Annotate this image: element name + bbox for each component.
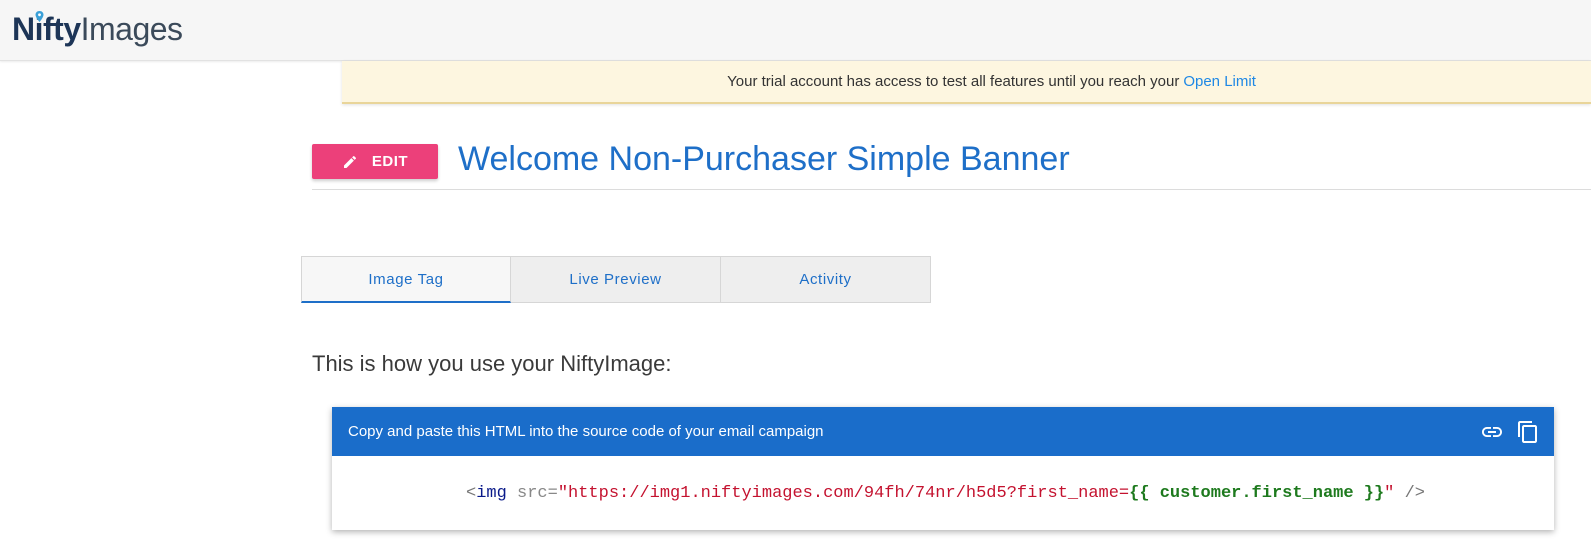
logo-bold-text: Nifty: [12, 11, 81, 47]
nifty-images-logo[interactable]: Nifty Images: [12, 9, 183, 49]
logo-light-text: Images: [80, 11, 183, 47]
link-icon[interactable]: [1480, 420, 1504, 444]
tab-bar: Image Tag Live Preview Activity: [301, 256, 931, 303]
copy-icon[interactable]: [1516, 420, 1540, 444]
trial-message: Your trial account has access to test al…: [727, 73, 1180, 90]
tab-live-preview[interactable]: Live Preview: [511, 256, 721, 303]
pencil-icon: [343, 155, 356, 168]
embed-code-actions: [1480, 420, 1540, 444]
title-divider: [312, 189, 1591, 190]
code-self-close: />: [1394, 483, 1425, 503]
page-title: Welcome Non-Purchaser Simple Banner: [458, 140, 1070, 178]
tab-activity[interactable]: Activity: [721, 256, 931, 303]
code-merge-variable: {{ customer.first_name }}: [1129, 483, 1385, 503]
edit-label: EDIT: [371, 153, 409, 170]
edit-button[interactable]: EDIT: [312, 144, 438, 179]
embed-code-snippet[interactable]: < img src= "https://img1.niftyimages.com/9…: [332, 456, 1554, 530]
code-url-string: "https://img1.niftyimages.com/94fh/74nr/…: [557, 483, 1130, 503]
trial-banner: Your trial account has access to test al…: [342, 61, 1591, 104]
usage-heading: This is how you use your NiftyImage:: [312, 351, 672, 376]
embed-code-header: Copy and paste this HTML into the source…: [332, 407, 1554, 456]
open-limit-link[interactable]: Open Limit: [1183, 73, 1256, 90]
code-open-bracket: <: [466, 483, 477, 503]
embed-code-instructions: Copy and paste this HTML into the source…: [348, 423, 824, 440]
map-pin-icon: [35, 11, 44, 22]
embed-code-card: Copy and paste this HTML into the source…: [332, 407, 1554, 530]
code-attr-name: src=: [506, 483, 558, 503]
tab-image-tag[interactable]: Image Tag: [301, 256, 511, 303]
code-tag-name: img: [476, 483, 507, 503]
top-bar: Nifty Images: [0, 0, 1591, 61]
code-close-quote: ": [1384, 483, 1395, 503]
